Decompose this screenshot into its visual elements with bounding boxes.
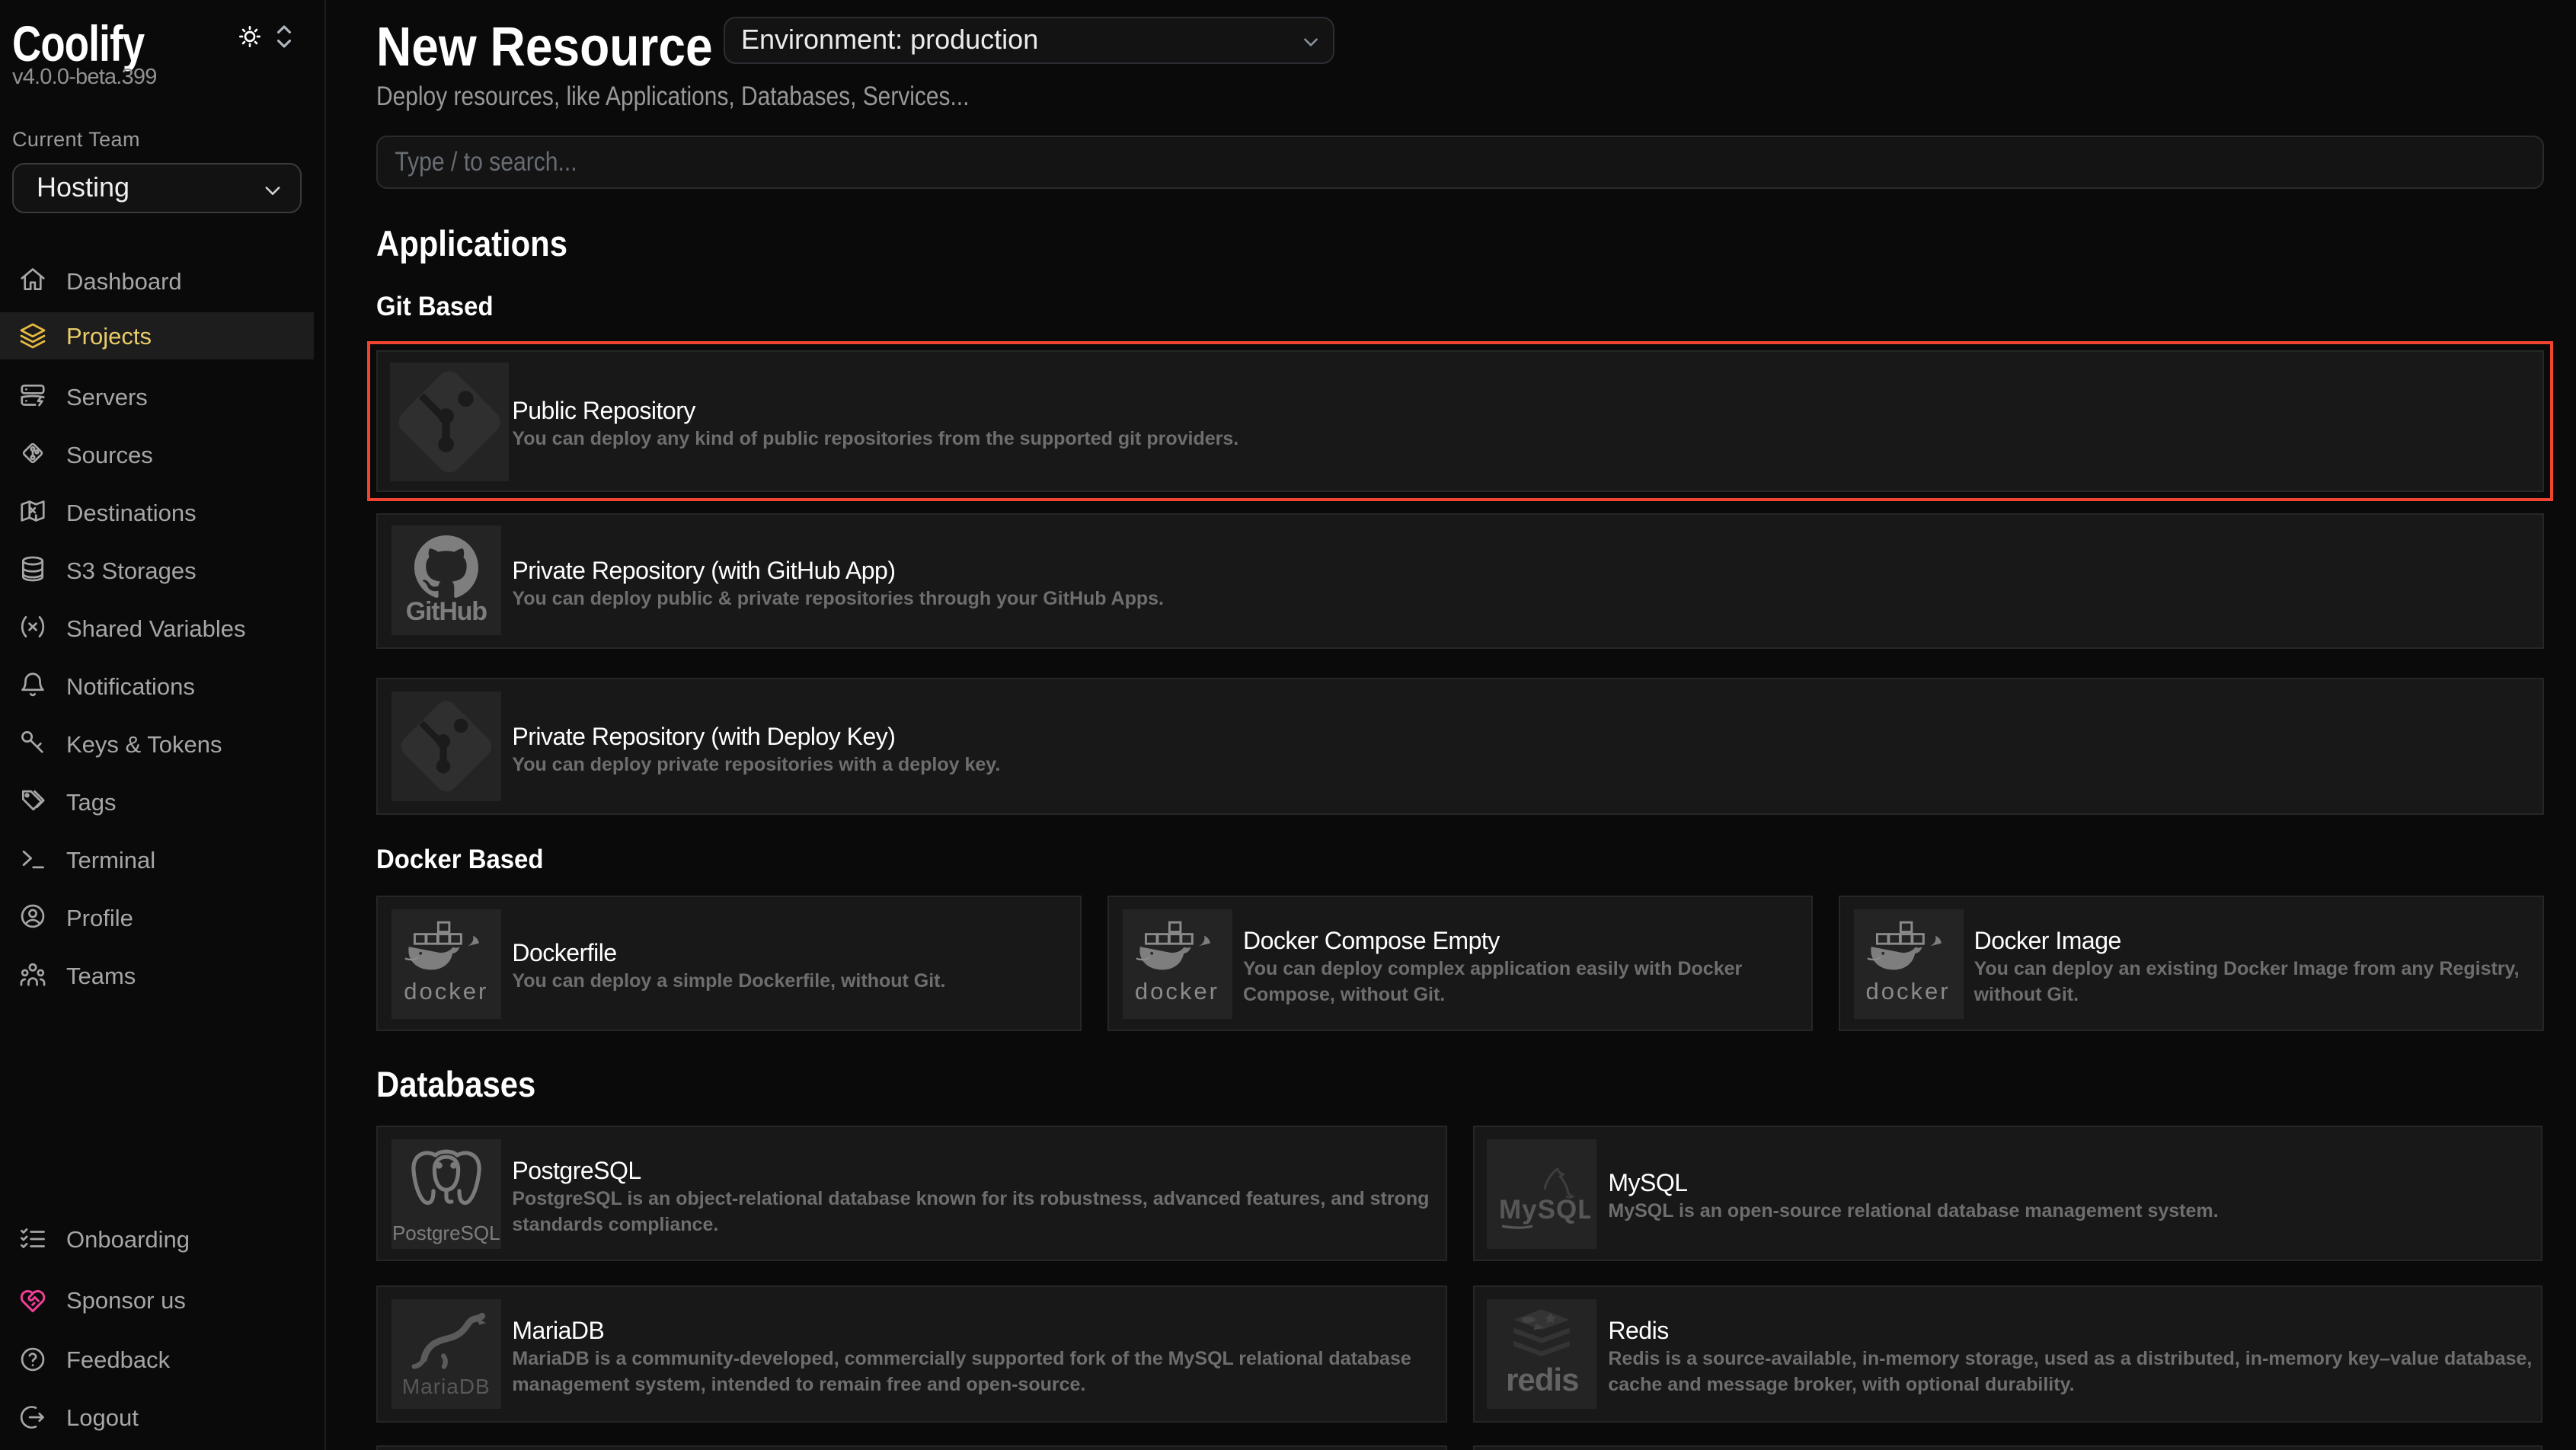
svg-text:MySQL: MySQL	[1500, 1194, 1591, 1224]
